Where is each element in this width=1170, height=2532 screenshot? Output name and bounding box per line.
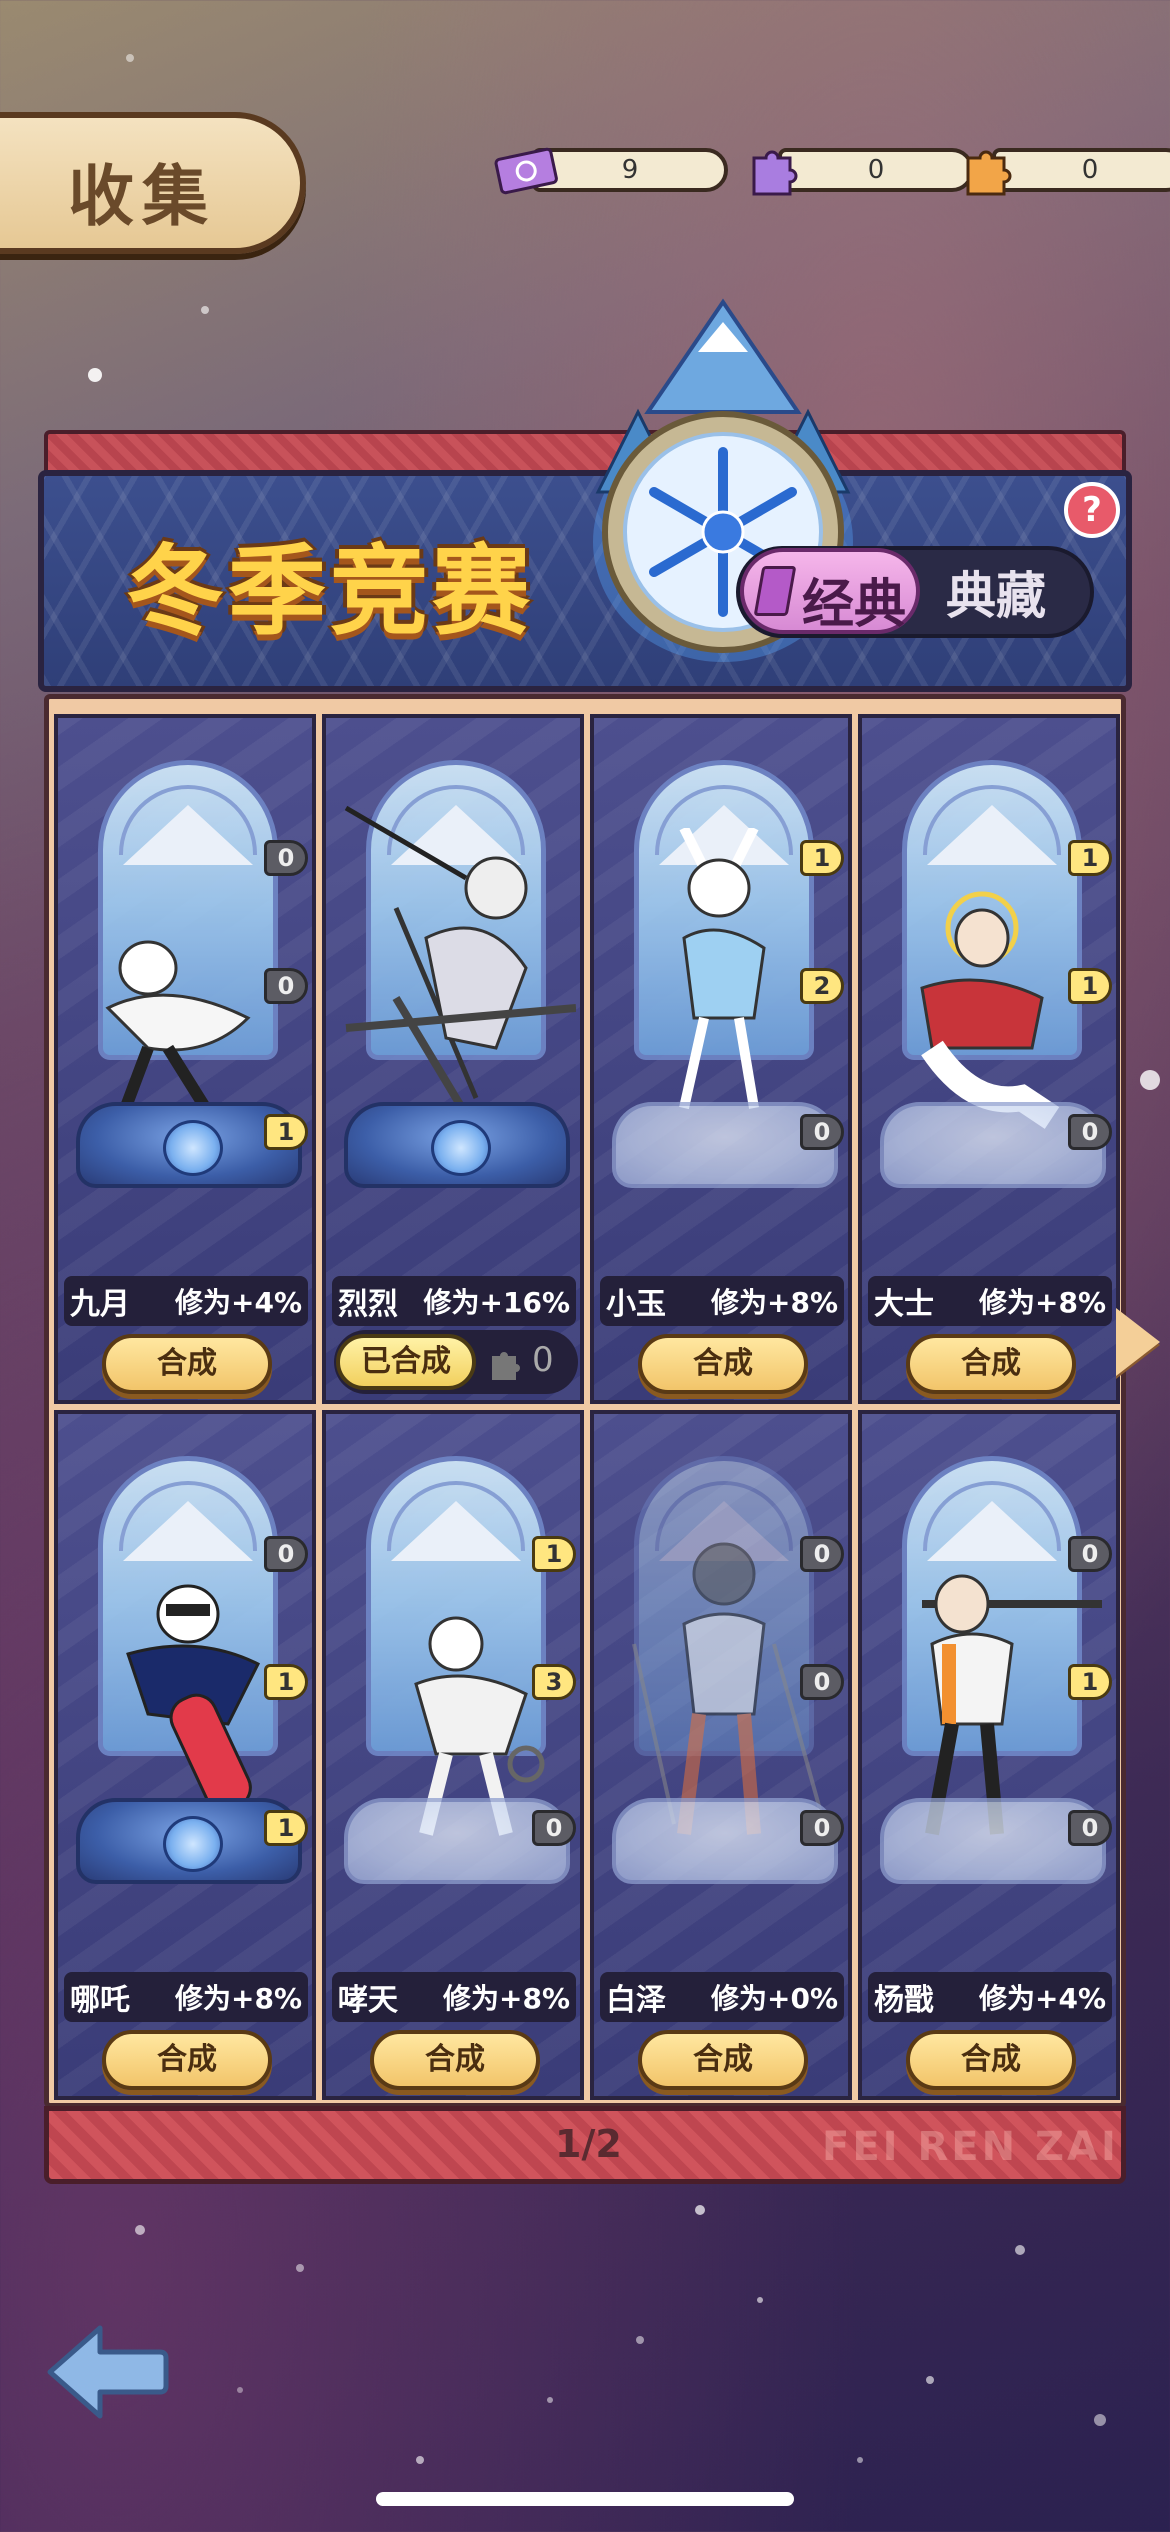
character-card-nezha[interactable]: 0 1 1 哪吒 修为+8% 合成 <box>54 1410 316 2100</box>
shard-count-badge: 1 <box>1068 968 1112 1004</box>
character-name: 小玉 <box>606 1287 666 1322</box>
purple-puzzle-count: 0 <box>778 148 974 192</box>
pedestal <box>344 1102 570 1188</box>
craft-button[interactable]: 合成 <box>638 2030 808 2090</box>
back-arrow-icon[interactable] <box>40 2318 170 2426</box>
cultivation-bonus: 修为+4% <box>175 1286 302 1319</box>
watermark-text: FEI REN ZAI <box>822 2124 1119 2170</box>
name-strip: 九月 修为+4% <box>64 1276 308 1326</box>
shard-count-badge: 0 <box>800 1664 844 1700</box>
orange-puzzle-icon <box>966 150 1012 196</box>
page-indicator: 1/2 <box>555 2122 622 2166</box>
character-name: 大士 <box>874 1287 934 1322</box>
shard-count-badge: 0 <box>1068 1536 1112 1572</box>
tab-classic-label: 经典 <box>802 575 907 635</box>
character-card-xiaoyu[interactable]: 1 2 0 小玉 修为+8% 合成 <box>590 714 852 1404</box>
xiaoyu-skater-figure-icon <box>679 828 766 1110</box>
craft-button[interactable]: 合成 <box>638 1334 808 1394</box>
purple-puzzle-icon <box>752 150 798 196</box>
name-strip: 大士 修为+8% <box>868 1276 1112 1326</box>
name-strip: 哪吒 修为+8% <box>64 1972 308 2022</box>
puzzle-icon <box>492 1352 520 1380</box>
cultivation-bonus: 修为+0% <box>711 1982 838 2015</box>
shard-count-badge: 1 <box>532 1536 576 1572</box>
character-name: 九月 <box>70 1287 130 1322</box>
cultivation-bonus: 修为+8% <box>443 1982 570 2015</box>
book-icon <box>753 566 797 616</box>
cultivation-bonus: 修为+4% <box>979 1982 1106 2015</box>
name-strip: 杨戬 修为+4% <box>868 1972 1112 2022</box>
shard-count-badge: 0 <box>800 1114 844 1150</box>
tab-classic[interactable]: 经典 <box>740 548 920 635</box>
tab-collectible[interactable]: 典藏 <box>946 556 1046 628</box>
name-strip: 白泽 修为+0% <box>600 1972 844 2022</box>
help-button[interactable]: ? <box>1064 482 1120 538</box>
orange-puzzle-count: 0 <box>992 148 1170 192</box>
shard-count-badge: 0 <box>800 1536 844 1572</box>
name-strip: 哮天 修为+8% <box>332 1972 576 2022</box>
next-page-arrow-icon[interactable] <box>1116 1308 1160 1376</box>
character-card-dashi[interactable]: 1 1 0 大士 修为+8% 合成 <box>858 714 1120 1404</box>
character-card-baize[interactable]: 0 0 0 白泽 修为+0% 合成 <box>590 1410 852 2100</box>
shard-count-badge: 0 <box>264 968 308 1004</box>
character-name: 烈烈 <box>338 1287 398 1322</box>
shard-count-badge: 0 <box>532 1810 576 1846</box>
shard-count-badge: 1 <box>800 840 844 876</box>
home-indicator[interactable] <box>376 2492 794 2506</box>
ticket-icon <box>494 147 558 195</box>
character-name: 杨戬 <box>874 1983 934 2018</box>
character-card-yangjian[interactable]: 0 1 0 杨戬 修为+4% 合成 <box>858 1410 1120 2100</box>
character-name: 白泽 <box>606 1983 666 2018</box>
cultivation-bonus: 修为+16% <box>423 1286 570 1319</box>
shard-count-badge: 0 <box>1068 1114 1112 1150</box>
shard-count-badge: 0 <box>800 1810 844 1846</box>
shard-count-badge: 3 <box>532 1664 576 1700</box>
page-title: 收集 <box>68 158 216 235</box>
cultivation-bonus: 修为+8% <box>711 1286 838 1319</box>
character-card-xiaotian[interactable]: 1 3 0 哮天 修为+8% 合成 <box>322 1410 584 2100</box>
craft-button[interactable]: 合成 <box>370 2030 540 2090</box>
craft-button[interactable]: 合成 <box>906 2030 1076 2090</box>
name-strip: 小玉 修为+8% <box>600 1276 844 1326</box>
shard-count-badge: 1 <box>1068 840 1112 876</box>
shard-count-badge: 0 <box>264 840 308 876</box>
shard-count-badge: 1 <box>264 1114 308 1150</box>
shard-count-badge: 0 <box>264 1536 308 1572</box>
shard-count-badge: 1 <box>264 1810 308 1846</box>
shard-count-badge: 2 <box>800 968 844 1004</box>
craft-button[interactable]: 合成 <box>102 2030 272 2090</box>
craft-button[interactable]: 合成 <box>102 1334 272 1394</box>
name-strip: 烈烈 修为+16% <box>332 1276 576 1326</box>
character-name: 哪吒 <box>70 1983 130 2018</box>
character-card-jiuyue[interactable]: 0 0 1 九月 修为+4% 合成 <box>54 714 316 1404</box>
nezha-snowboarder-figure-icon <box>126 1584 261 1812</box>
shard-count-badge: 1 <box>1068 1664 1112 1700</box>
cultivation-bonus: 修为+8% <box>175 1982 302 2015</box>
shard-count-badge: 0 <box>1068 1810 1112 1846</box>
craft-button[interactable]: 合成 <box>906 1334 1076 1394</box>
character-card-lielie[interactable]: 烈烈 修为+16% 已合成 0 <box>322 714 584 1404</box>
event-title: 冬季竞赛 <box>126 535 535 649</box>
character-name: 哮天 <box>338 1983 398 2018</box>
shard-count-badge: 1 <box>264 1664 308 1700</box>
cultivation-bonus: 修为+8% <box>979 1286 1106 1319</box>
puzzle-count: 0 <box>532 1340 554 1380</box>
crafted-badge: 已合成 <box>336 1334 476 1390</box>
ticket-count: 9 <box>532 148 728 192</box>
